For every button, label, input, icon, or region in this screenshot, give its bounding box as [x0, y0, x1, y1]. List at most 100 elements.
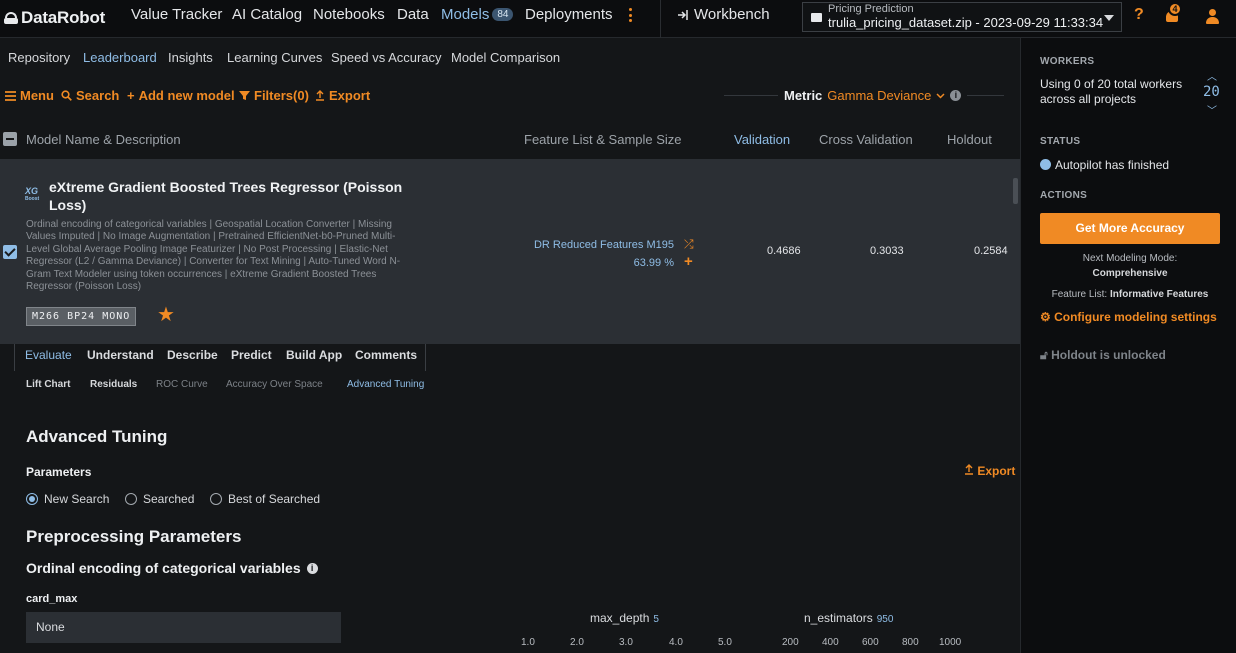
tab-speed-vs-accuracy[interactable]: Speed vs Accuracy [331, 50, 442, 65]
max-depth-value: 5 [653, 614, 659, 625]
tab-build-app[interactable]: Build App [286, 348, 342, 362]
nav-data[interactable]: Data [397, 6, 429, 23]
feature-list-value: Informative Features [1110, 289, 1209, 300]
shuffle-icon[interactable]: ⤮ [684, 235, 694, 253]
header-holdout[interactable]: Holdout [947, 132, 992, 147]
enter-arrow-icon [678, 9, 688, 20]
tab-comments[interactable]: Comments [355, 348, 417, 362]
nav-ai-catalog[interactable]: AI Catalog [232, 6, 302, 23]
nav-models[interactable]: Models 84 [441, 6, 514, 23]
max-depth-tick: 5.0 [718, 637, 732, 648]
n-estimators-tick: 200 [782, 637, 799, 648]
tab-evaluate[interactable]: Evaluate [25, 348, 72, 362]
datarobot-logo-icon [4, 10, 18, 26]
plus-icon: + [127, 88, 135, 103]
max-depth-tick: 2.0 [570, 637, 584, 648]
leaderboard-header: Model Name & Description Feature List & … [0, 122, 1020, 158]
xgboost-icon: XG Boost [25, 187, 39, 203]
leaderboard-toolbar: Menu Search + Add new model Filters(0) E… [0, 78, 1020, 118]
nav-deployments[interactable]: Deployments [525, 6, 613, 23]
radio-best-of-searched[interactable]: Best of Searched [210, 492, 320, 506]
n-estimators-value: 950 [876, 614, 894, 625]
menu-button[interactable]: Menu [5, 88, 54, 103]
model-detail-tabs: Evaluate Understand Describe Predict Bui… [14, 344, 426, 371]
actions-title: ACTIONS [1040, 190, 1088, 201]
export-icon [965, 464, 973, 475]
nav-value-tracker[interactable]: Value Tracker [131, 6, 222, 23]
model-checkbox[interactable] [3, 245, 17, 259]
max-depth-tick: 3.0 [619, 637, 633, 648]
nav-models-label: Models [441, 6, 490, 23]
header-validation[interactable]: Validation [734, 132, 790, 147]
gear-icon: ⚙ [1040, 310, 1051, 324]
header-model-name[interactable]: Model Name & Description [26, 132, 181, 147]
user-avatar-icon[interactable] [1205, 9, 1219, 25]
nav-notebooks[interactable]: Notebooks [313, 6, 385, 23]
add-new-model-button[interactable]: + Add new model [127, 88, 235, 103]
radio-selected-icon [26, 493, 38, 505]
tab-repository[interactable]: Repository [8, 50, 70, 65]
cross-validation-score: 0.3033 [870, 245, 904, 257]
help-icon[interactable]: ? [1134, 6, 1144, 24]
star-icon[interactable]: ★ [157, 305, 175, 325]
scrollbar[interactable] [1013, 178, 1018, 204]
filters-button[interactable]: Filters(0) [239, 88, 309, 103]
info-icon[interactable]: i [950, 90, 962, 101]
card-max-input[interactable]: None [26, 612, 341, 643]
add-sample-icon[interactable]: + [684, 253, 694, 271]
max-depth-param: max_depth 5 [590, 611, 659, 625]
project-selector[interactable]: Pricing Prediction trulia_pricing_datase… [802, 2, 1122, 32]
hamburger-icon [5, 90, 16, 101]
subtab-advanced-tuning[interactable]: Advanced Tuning [347, 379, 424, 390]
get-more-accuracy-button[interactable]: Get More Accuracy [1040, 213, 1220, 244]
tab-learning-curves[interactable]: Learning Curves [227, 50, 322, 65]
workers-count: 20 [1203, 84, 1220, 100]
model-title[interactable]: eXtreme Gradient Boosted Trees Regressor… [49, 178, 409, 214]
tab-insights[interactable]: Insights [168, 50, 213, 65]
tab-understand[interactable]: Understand [87, 348, 154, 362]
export-button[interactable]: Export [315, 88, 370, 103]
datarobot-logo[interactable]: DataRobot [4, 6, 105, 30]
header-cross-validation[interactable]: Cross Validation [819, 132, 913, 147]
subtab-accuracy-over-space[interactable]: Accuracy Over Space [226, 379, 323, 390]
n-estimators-tick: 800 [902, 637, 919, 648]
feature-list-icons: ⤮ + [684, 235, 694, 271]
next-mode-label: Next Modeling Mode: [1082, 253, 1178, 264]
card-max-label: card_max [26, 593, 78, 605]
radio-searched-label: Searched [143, 492, 195, 506]
header-feature-list[interactable]: Feature List & Sample Size [524, 132, 682, 147]
tab-leaderboard[interactable]: Leaderboard [83, 50, 157, 65]
subtab-roc-curve[interactable]: ROC Curve [156, 379, 208, 390]
search-button[interactable]: Search [61, 88, 119, 103]
n-estimators-tick: 1000 [939, 637, 962, 648]
subtab-residuals[interactable]: Residuals [90, 379, 137, 390]
metric-selector[interactable]: Metric Gamma Deviance i [778, 88, 968, 103]
max-depth-tick: 1.0 [521, 637, 535, 648]
model-row[interactable]: XG Boost eXtreme Gradient Boosted Trees R… [0, 159, 1020, 344]
chevron-up-icon[interactable]: ︿ [1207, 68, 1217, 83]
subtab-lift-chart[interactable]: Lift Chart [26, 379, 70, 390]
unlock-icon: 🔓︎ [1040, 348, 1048, 362]
status-row: Autopilot has finished [1040, 158, 1169, 173]
chevron-down-icon[interactable]: ﹀ [1207, 102, 1217, 117]
radio-new-search[interactable]: New Search [26, 492, 109, 506]
chevron-down-icon [936, 92, 945, 99]
notifications-bell-icon[interactable]: 4 [1164, 2, 1182, 24]
search-icon [61, 90, 72, 101]
more-menu-icon[interactable] [628, 8, 632, 22]
tuning-export-label: Export [977, 464, 1016, 478]
configure-modeling-settings-link[interactable]: ⚙ Configure modeling settings [1040, 310, 1217, 324]
tuning-export-button[interactable]: Export [964, 464, 1015, 478]
tab-describe[interactable]: Describe [167, 348, 218, 362]
workbench-link[interactable]: Workbench [677, 6, 770, 23]
tab-model-comparison[interactable]: Model Comparison [451, 50, 560, 65]
radio-searched[interactable]: Searched [125, 492, 194, 506]
feature-list-name[interactable]: DR Reduced Features M195 [534, 236, 674, 254]
select-all-checkbox[interactable] [3, 132, 17, 146]
next-mode: Next Modeling Mode: Comprehensive [1040, 251, 1220, 281]
tab-predict[interactable]: Predict [231, 348, 272, 362]
info-icon[interactable]: i [306, 562, 318, 574]
feature-list-label: Feature List: [1051, 289, 1108, 300]
radio-empty-icon [210, 493, 222, 505]
search-label: Search [76, 88, 120, 103]
